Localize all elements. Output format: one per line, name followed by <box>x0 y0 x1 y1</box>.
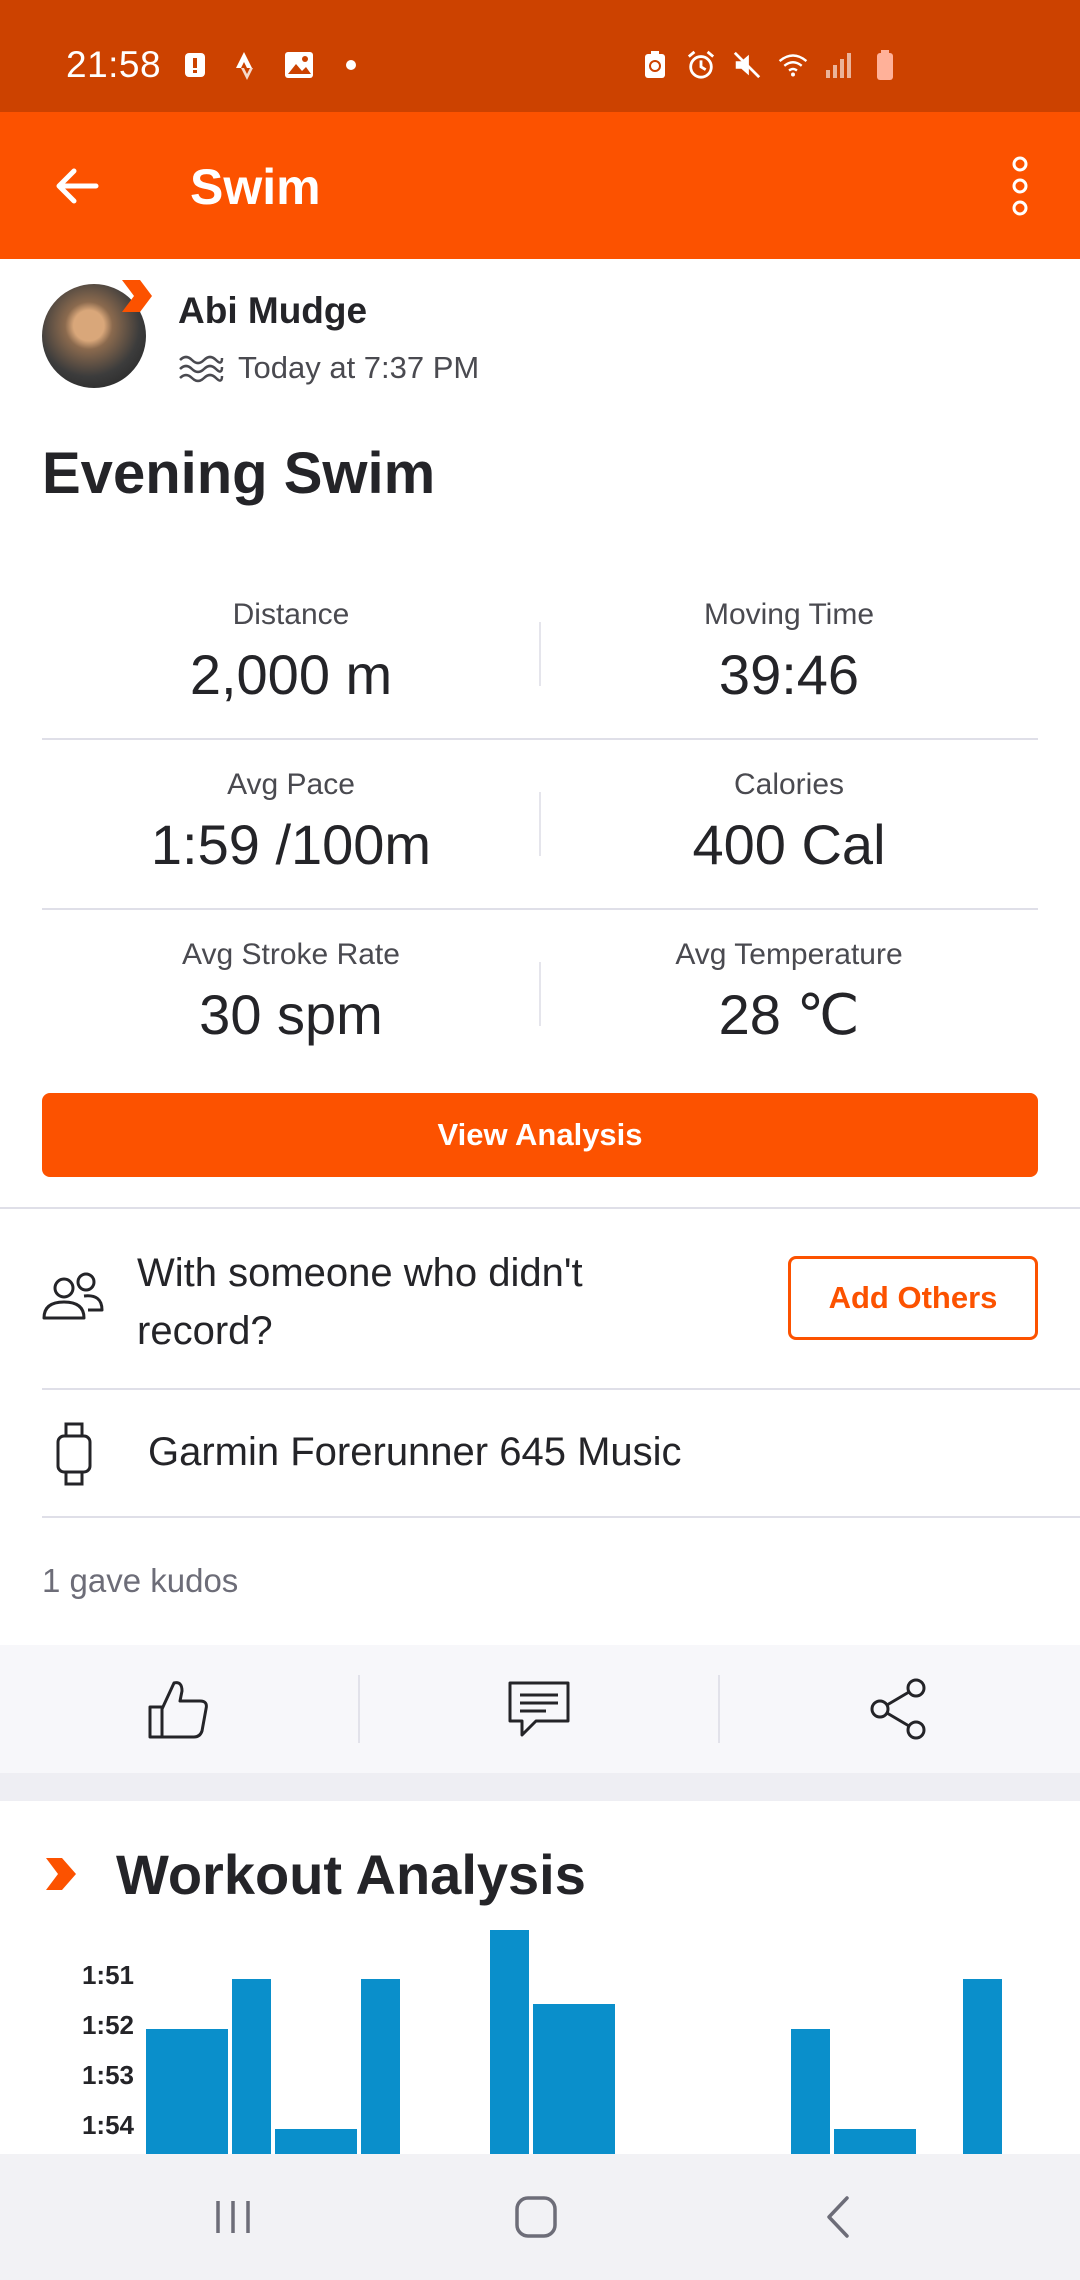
recents-button[interactable] <box>163 2172 303 2262</box>
signal-icon <box>824 50 854 80</box>
stat-label: Moving Time <box>703 598 875 631</box>
activity-title: Evening Swim <box>42 441 436 506</box>
chart-bar <box>275 2129 357 2154</box>
chart-bar <box>490 1930 529 2154</box>
kudos-count[interactable]: 1 gave kudos <box>42 1562 238 1600</box>
stat-label: Avg Temperature <box>675 938 903 971</box>
with-others-text: With someone who didn't record? <box>137 1251 583 1353</box>
y-tick-label: 1:51 <box>81 1960 134 1990</box>
stat-avg-temperature: Avg Temperature 28 ℃ <box>540 910 1038 1080</box>
arrow-left-icon <box>56 168 99 204</box>
y-tick-label: 1:52 <box>81 2010 134 2040</box>
battery-icon <box>870 50 900 80</box>
dot-icon <box>336 50 366 80</box>
view-analysis-button[interactable]: View Analysis <box>42 1093 1038 1177</box>
chart-bar <box>146 2029 228 2154</box>
device-name: Garmin Forerunner 645 Music <box>148 1430 682 1474</box>
stats-row: Avg Pace 1:59 /100m Calories 400 Cal <box>42 740 1038 910</box>
stats-row: Avg Stroke Rate 30 spm Avg Temperature 2… <box>42 910 1038 1080</box>
more-options-button[interactable] <box>984 148 1056 224</box>
home-icon <box>515 2196 557 2238</box>
status-bar: 21:58 <box>0 0 1080 112</box>
chart-bar <box>834 2129 916 2154</box>
kudos-icon <box>148 1681 208 1739</box>
recents-icon <box>216 2201 250 2233</box>
stat-value: 30 spm <box>199 983 383 1046</box>
avatar[interactable] <box>42 280 152 388</box>
chart-bar <box>361 1979 400 2154</box>
people-icon <box>42 1272 104 1320</box>
battery-saver-icon <box>640 50 670 80</box>
alarm-icon <box>686 50 716 80</box>
divider <box>0 1207 1080 1209</box>
chart-bar <box>533 2004 615 2154</box>
divider <box>42 1516 1080 1518</box>
stat-value: 39:46 <box>718 643 860 706</box>
share-button[interactable] <box>720 1645 1078 1773</box>
more-vertical-icon <box>1012 156 1028 216</box>
page-title: Swim <box>190 159 321 215</box>
strava-icon <box>232 50 262 80</box>
activity-time: Today at 7:37 PM <box>238 350 480 385</box>
stat-label: Avg Pace <box>227 768 355 801</box>
stat-value: 400 Cal <box>692 813 886 876</box>
alert-icon <box>180 50 210 80</box>
divider <box>42 1388 1080 1390</box>
chart-bar <box>963 1979 1002 2154</box>
athlete-name[interactable]: Abi Mudge <box>178 290 367 332</box>
stat-distance: Distance 2,000 m <box>42 570 540 740</box>
stat-value: 28 ℃ <box>718 983 860 1046</box>
system-nav-bar <box>0 2154 1080 2280</box>
strava-badge-icon <box>122 280 152 312</box>
wifi-icon <box>778 50 808 80</box>
chart-bar <box>232 1979 271 2154</box>
stat-moving-time: Moving Time 39:46 <box>540 570 1038 740</box>
action-bar <box>0 1645 1080 1773</box>
stats-row: Distance 2,000 m Moving Time 39:46 <box>42 570 1038 740</box>
swim-icon <box>179 355 224 383</box>
workout-analysis-title: Workout Analysis <box>116 1843 586 1906</box>
status-time: 21:58 <box>66 44 162 85</box>
comment-icon <box>508 1681 570 1737</box>
watch-icon <box>56 1422 92 1486</box>
comment-button[interactable] <box>360 1645 718 1773</box>
activity-meta: Today at 7:37 PM <box>178 350 479 386</box>
section-separator <box>0 1773 1080 1801</box>
share-icon <box>870 1678 926 1740</box>
back-nav-button[interactable] <box>768 2172 908 2262</box>
stat-label: Calories <box>733 768 845 801</box>
stats-grid: Distance 2,000 m Moving Time 39:46 Avg P… <box>42 570 1038 1080</box>
y-tick-label: 1:53 <box>81 2060 134 2090</box>
stat-label: Distance <box>232 598 350 631</box>
kudos-button[interactable] <box>0 1645 358 1773</box>
stat-avg-stroke-rate: Avg Stroke Rate 30 spm <box>42 910 540 1080</box>
mute-icon <box>732 50 762 80</box>
stat-value: 1:59 /100m <box>150 813 432 876</box>
pace-chart[interactable]: 1:51 1:52 1:53 1:54 <box>0 1930 1080 2154</box>
chart-bar <box>791 2029 830 2154</box>
app-bar: Swim <box>0 112 1080 259</box>
stat-label: Avg Stroke Rate <box>182 938 400 971</box>
back-button[interactable] <box>38 148 114 224</box>
back-nav-icon <box>827 2196 849 2238</box>
y-tick-label: 1:54 <box>81 2110 134 2140</box>
stat-calories: Calories 400 Cal <box>540 740 1038 910</box>
home-button[interactable] <box>466 2172 606 2262</box>
add-others-button[interactable]: Add Others <box>788 1256 1038 1340</box>
strava-chevron-icon <box>46 1858 76 1890</box>
stat-value: 2,000 m <box>189 643 393 706</box>
stat-avg-pace: Avg Pace 1:59 /100m <box>42 740 540 910</box>
image-icon <box>284 50 314 80</box>
